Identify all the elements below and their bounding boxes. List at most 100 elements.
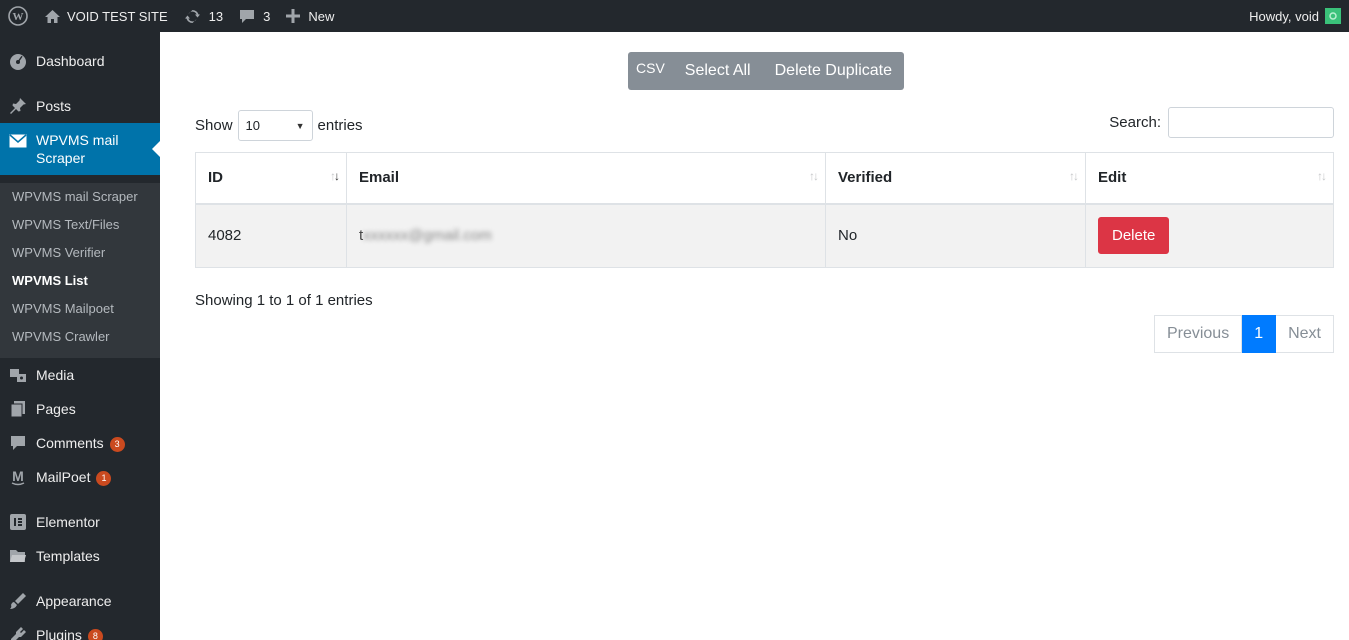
- table-header-row: ID ↑↓ Email ↑↓ Verified ↑↓ Edit ↑↓: [195, 152, 1334, 205]
- sidebar-item-dashboard[interactable]: Dashboard: [0, 48, 160, 74]
- admin-bar: W VOID TEST SITE 13 3 New Howdy, void: [0, 0, 1349, 32]
- sidebar-item-templates[interactable]: Templates: [0, 543, 160, 569]
- sidebar-item-label: Dashboard: [36, 53, 105, 69]
- sort-icon: ↑↓: [1317, 169, 1327, 183]
- submenu-item-mailpoet[interactable]: WPVMS Mailpoet: [12, 301, 114, 316]
- cell-verified: No: [825, 203, 1086, 268]
- submenu-item-list[interactable]: WPVMS List: [12, 273, 88, 288]
- sort-icon: ↑↓: [330, 169, 340, 183]
- pin-icon: [0, 97, 36, 115]
- submenu-item-mail-scraper[interactable]: WPVMS mail Scraper: [12, 189, 138, 204]
- email-value: txxxxxx@gmail.com: [359, 227, 492, 244]
- updates-link[interactable]: 13: [176, 0, 231, 32]
- show-label: Show: [195, 117, 233, 134]
- howdy-text: Howdy, void: [1249, 8, 1319, 24]
- cell-edit: Delete: [1085, 203, 1334, 268]
- folder-icon: [0, 547, 36, 565]
- search-input[interactable]: [1168, 107, 1334, 138]
- brush-icon: [0, 592, 36, 610]
- column-header-label: Email: [359, 169, 400, 187]
- emails-table: ID ↑↓ Email ↑↓ Verified ↑↓ Edit ↑↓ 4082 …: [195, 152, 1334, 268]
- plugins-label: Plugins: [36, 627, 82, 640]
- site-name: VOID TEST SITE: [67, 8, 168, 24]
- sidebar-item-label: Appearance: [36, 593, 112, 609]
- media-icon: [0, 366, 36, 384]
- sidebar-item-label: Templates: [36, 548, 100, 564]
- site-name-link[interactable]: VOID TEST SITE: [36, 0, 176, 32]
- sidebar-item-comments[interactable]: Comments 3: [0, 430, 160, 456]
- submenu-item-verifier[interactable]: WPVMS Verifier: [12, 245, 105, 260]
- email-redacted: xxxxxx: [363, 227, 409, 245]
- sidebar-item-posts[interactable]: Posts: [0, 93, 160, 119]
- submenu: WPVMS mail Scraper WPVMS Text/Files WPVM…: [0, 183, 160, 358]
- main-content: CSV Select All Delete Duplicate Show 10 …: [160, 32, 1349, 640]
- mail-icon: [0, 131, 36, 148]
- sidebar-item-elementor[interactable]: Elementor: [0, 509, 160, 535]
- toolbar-button-group: CSV Select All Delete Duplicate: [628, 52, 905, 90]
- pagination: Previous 1 Next: [1153, 315, 1334, 353]
- comments-badge: 3: [109, 436, 125, 452]
- my-account-link[interactable]: Howdy, void: [1241, 0, 1349, 32]
- current-menu-arrow: [152, 141, 160, 157]
- comments-link[interactable]: 3: [231, 0, 278, 32]
- entries-select-value: 10: [245, 118, 260, 133]
- delete-duplicate-button[interactable]: Delete Duplicate: [763, 52, 904, 90]
- delete-button[interactable]: Delete: [1098, 217, 1170, 255]
- sidebar-item-label: Media: [36, 367, 75, 383]
- sidebar-item-label: Elementor: [36, 514, 100, 530]
- mailpoet-badge: 1: [96, 470, 112, 486]
- new-label: New: [308, 8, 335, 24]
- sidebar-item-media[interactable]: Media: [0, 362, 160, 388]
- column-header-verified[interactable]: Verified ↑↓: [825, 152, 1086, 205]
- column-header-label: ID: [208, 169, 223, 187]
- wordpress-logo-icon[interactable]: W: [0, 0, 36, 32]
- cell-email: txxxxxx@gmail.com: [346, 203, 826, 268]
- table-row: 4082 txxxxxx@gmail.com No Delete: [195, 203, 1334, 268]
- sidebar-item-plugins[interactable]: Plugins 8: [0, 622, 160, 640]
- column-header-email[interactable]: Email ↑↓: [346, 152, 826, 205]
- elementor-icon: [0, 513, 36, 531]
- search-label: Search:: [1109, 114, 1161, 131]
- submenu-item-crawler[interactable]: WPVMS Crawler: [12, 329, 110, 344]
- mailpoet-icon: M: [0, 468, 36, 486]
- updates-icon: [184, 8, 201, 25]
- sidebar-item-label: Plugins 8: [36, 626, 103, 640]
- home-icon: [44, 9, 61, 24]
- submenu-item-text-files[interactable]: WPVMS Text/Files: [12, 217, 119, 232]
- entries-select[interactable]: 10 ▼: [237, 110, 313, 141]
- table-search: Search:: [1109, 107, 1334, 138]
- dashboard-icon: [0, 52, 36, 70]
- mailpoet-label: MailPoet: [36, 469, 91, 485]
- svg-text:M: M: [12, 468, 24, 484]
- pages-icon: [0, 400, 36, 418]
- comments-label: Comments: [36, 435, 104, 451]
- page-1-button[interactable]: 1: [1242, 315, 1277, 353]
- csv-button[interactable]: CSV: [628, 52, 673, 90]
- entries-length-control: Show 10 ▼ entries: [195, 110, 363, 141]
- new-content-link[interactable]: New: [278, 0, 342, 32]
- plugin-icon: [0, 626, 36, 640]
- sidebar-item-label: WPVMS mail Scraper: [36, 132, 119, 166]
- email-end: @gmail.com: [408, 227, 492, 245]
- comment-bubble-icon: [239, 9, 255, 24]
- sidebar-item-label: Posts: [36, 98, 72, 114]
- column-header-label: Verified: [838, 169, 893, 187]
- comment-icon: [0, 434, 36, 452]
- entries-label: entries: [317, 117, 363, 134]
- sort-icon: ↑↓: [809, 169, 819, 183]
- sidebar-item-mailpoet[interactable]: M MailPoet 1: [0, 464, 160, 490]
- next-page-button[interactable]: Next: [1276, 315, 1334, 353]
- sidebar-item-wpvms-mail-scraper[interactable]: WPVMS mail Scraper: [0, 123, 160, 175]
- column-header-id[interactable]: ID ↑↓: [195, 152, 347, 205]
- avatar: [1325, 8, 1341, 24]
- column-header-edit[interactable]: Edit ↑↓: [1085, 152, 1334, 205]
- sidebar-item-label: Comments 3: [36, 434, 125, 452]
- sidebar-item-appearance[interactable]: Appearance: [0, 588, 160, 614]
- table-info: Showing 1 to 1 of 1 entries: [195, 292, 373, 309]
- comments-count: 3: [263, 8, 271, 24]
- select-all-button[interactable]: Select All: [673, 52, 763, 90]
- sidebar-item-label: Pages: [36, 401, 76, 417]
- sidebar-item-pages[interactable]: Pages: [0, 396, 160, 422]
- previous-page-button[interactable]: Previous: [1153, 315, 1243, 353]
- cell-id: 4082: [195, 203, 347, 268]
